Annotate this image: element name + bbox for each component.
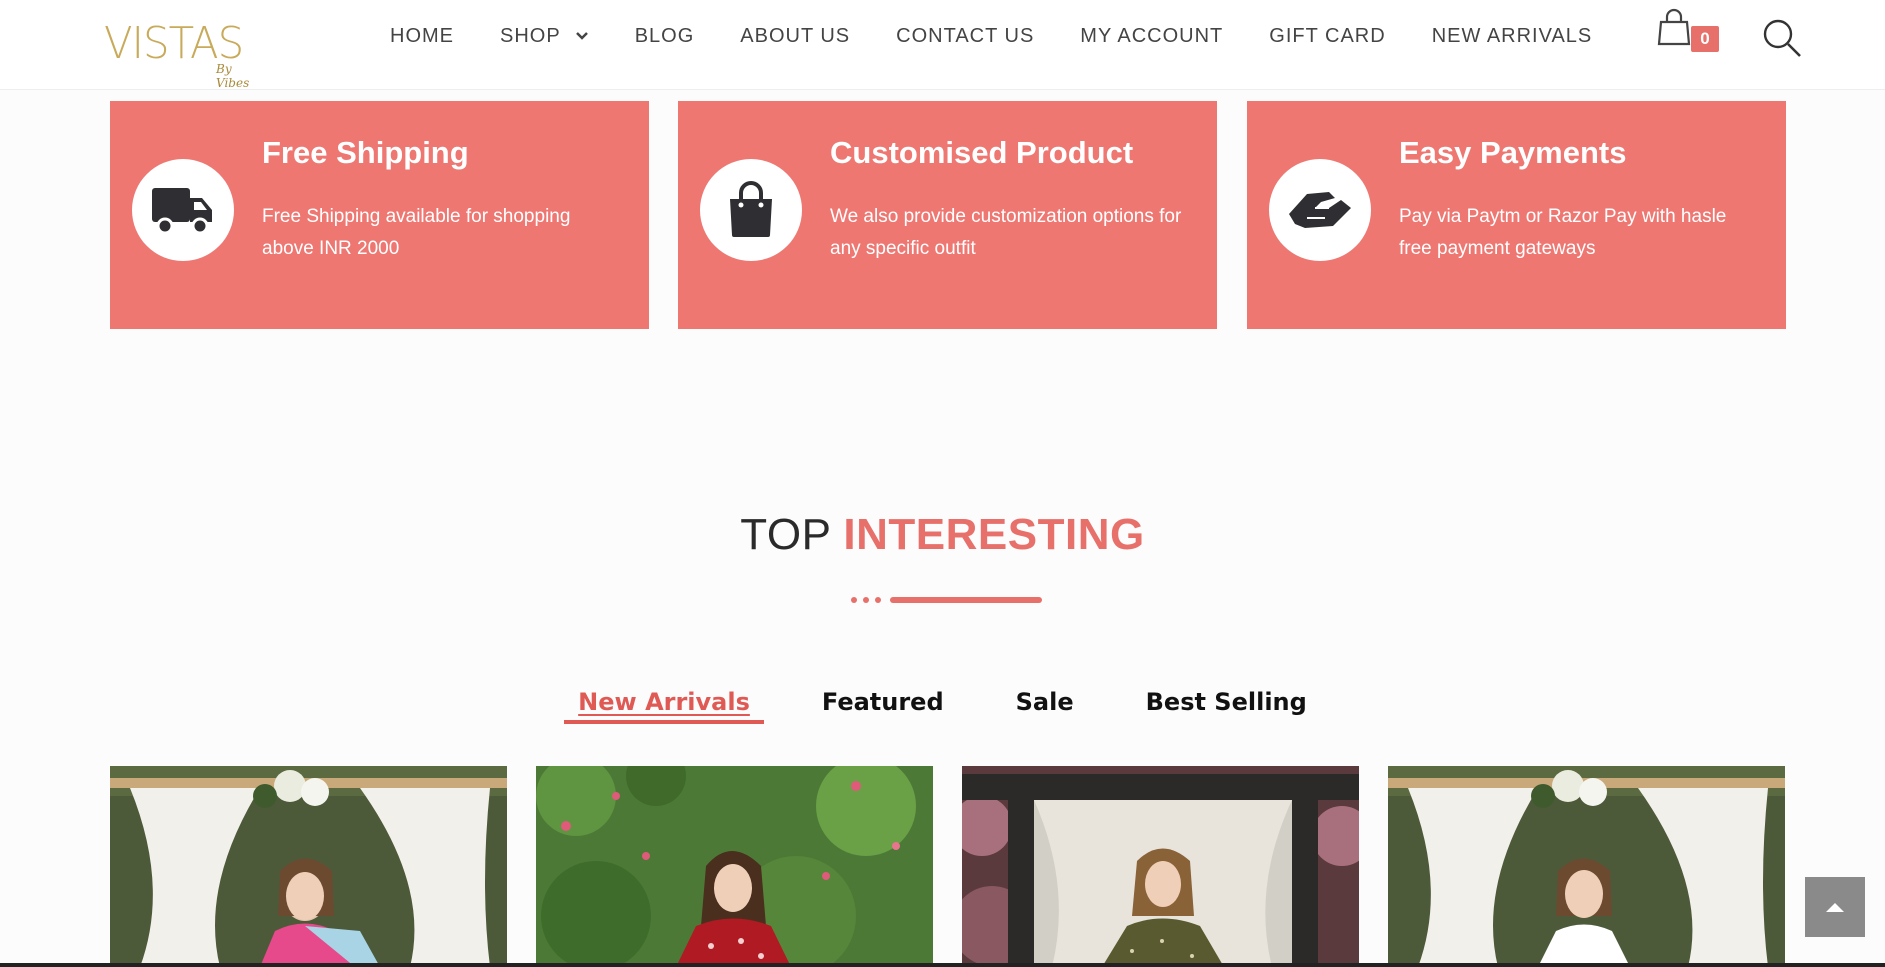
logo-sub: By Vibes bbox=[216, 62, 250, 90]
nav-about-us[interactable]: ABOUT US bbox=[740, 25, 850, 48]
bottom-edge bbox=[0, 963, 1885, 967]
product-card-1[interactable] bbox=[110, 766, 507, 967]
product-card-2[interactable] bbox=[536, 766, 933, 967]
tab-best-selling[interactable]: Best Selling bbox=[1132, 688, 1321, 724]
nav-contact-us[interactable]: CONTACT US bbox=[896, 25, 1034, 48]
feature-title: Customised Product bbox=[830, 135, 1134, 170]
truck-icon bbox=[152, 188, 212, 235]
section-title: TOP INTERESTING bbox=[0, 510, 1885, 560]
tab-sale[interactable]: Sale bbox=[1002, 688, 1088, 724]
product-image bbox=[962, 766, 1359, 967]
nav-home[interactable]: HOME bbox=[390, 25, 454, 48]
site-logo[interactable]: VISTAS By Vibes bbox=[104, 18, 264, 90]
search-button[interactable] bbox=[1760, 16, 1804, 60]
product-image bbox=[110, 766, 507, 967]
product-card-4[interactable] bbox=[1388, 766, 1785, 967]
scroll-to-top-button[interactable] bbox=[1805, 877, 1865, 937]
feature-free-shipping: Free Shipping Free Shipping available fo… bbox=[110, 101, 649, 329]
nav-new-arrivals-label: NEW ARRIVALS bbox=[1431, 24, 1593, 47]
handshake-icon bbox=[1289, 192, 1351, 228]
feature-text: Pay via Paytm or Razor Pay with hasle fr… bbox=[1399, 206, 1727, 259]
nav-contact-label: CONTACT US bbox=[896, 24, 1035, 47]
feature-icon-circle bbox=[1269, 159, 1371, 261]
feature-text: We also provide customization options fo… bbox=[830, 206, 1182, 259]
main-nav: HOME SHOP BLOG ABOUT US CONTACT US MY AC… bbox=[390, 0, 1638, 72]
product-image bbox=[1388, 766, 1785, 967]
product-card-3[interactable] bbox=[962, 766, 1359, 967]
tab-featured[interactable]: Featured bbox=[808, 688, 958, 724]
title-divider bbox=[851, 597, 1042, 603]
product-image bbox=[536, 766, 933, 967]
nav-shop[interactable]: SHOP bbox=[500, 25, 589, 48]
feature-easy-payments: Easy Payments Pay via Paytm or Razor Pay… bbox=[1247, 101, 1786, 329]
caret-up-icon bbox=[1826, 903, 1844, 912]
nav-about-label: ABOUT US bbox=[740, 24, 851, 47]
nav-blog-label: BLOG bbox=[634, 24, 695, 47]
nav-new-arrivals[interactable]: NEW ARRIVALS bbox=[1432, 25, 1593, 48]
search-icon bbox=[1763, 19, 1801, 57]
feature-text: Free Shipping available for shopping abo… bbox=[262, 206, 571, 259]
section-title-part-a: TOP bbox=[740, 510, 831, 559]
cart-count-badge: 0 bbox=[1691, 26, 1719, 52]
product-tabs: New Arrivals Featured Sale Best Selling bbox=[0, 688, 1885, 724]
tab-new-arrivals[interactable]: New Arrivals bbox=[564, 688, 764, 724]
section-title-part-b: INTERESTING bbox=[843, 510, 1145, 559]
nav-gift-card[interactable]: GIFT CARD bbox=[1269, 25, 1385, 48]
cart-button[interactable]: 0 bbox=[1655, 8, 1719, 54]
nav-my-account[interactable]: MY ACCOUNT bbox=[1080, 25, 1223, 48]
feature-title: Free Shipping bbox=[262, 135, 469, 170]
feature-customised-product: Customised Product We also provide custo… bbox=[678, 101, 1217, 329]
feature-icon-circle bbox=[132, 159, 234, 261]
shopping-bag-icon bbox=[730, 181, 772, 237]
nav-account-label: MY ACCOUNT bbox=[1080, 24, 1224, 47]
chevron-down-icon bbox=[575, 32, 588, 40]
feature-title: Easy Payments bbox=[1399, 135, 1627, 170]
nav-blog[interactable]: BLOG bbox=[635, 25, 695, 48]
feature-icon-circle bbox=[700, 159, 802, 261]
nav-gift-label: GIFT CARD bbox=[1269, 24, 1386, 47]
nav-shop-label: SHOP bbox=[500, 24, 561, 47]
shopping-bag-icon bbox=[1657, 8, 1691, 46]
site-header: VISTAS By Vibes HOME SHOP BLOG ABOUT US … bbox=[0, 0, 1885, 90]
nav-home-label: HOME bbox=[390, 24, 454, 47]
